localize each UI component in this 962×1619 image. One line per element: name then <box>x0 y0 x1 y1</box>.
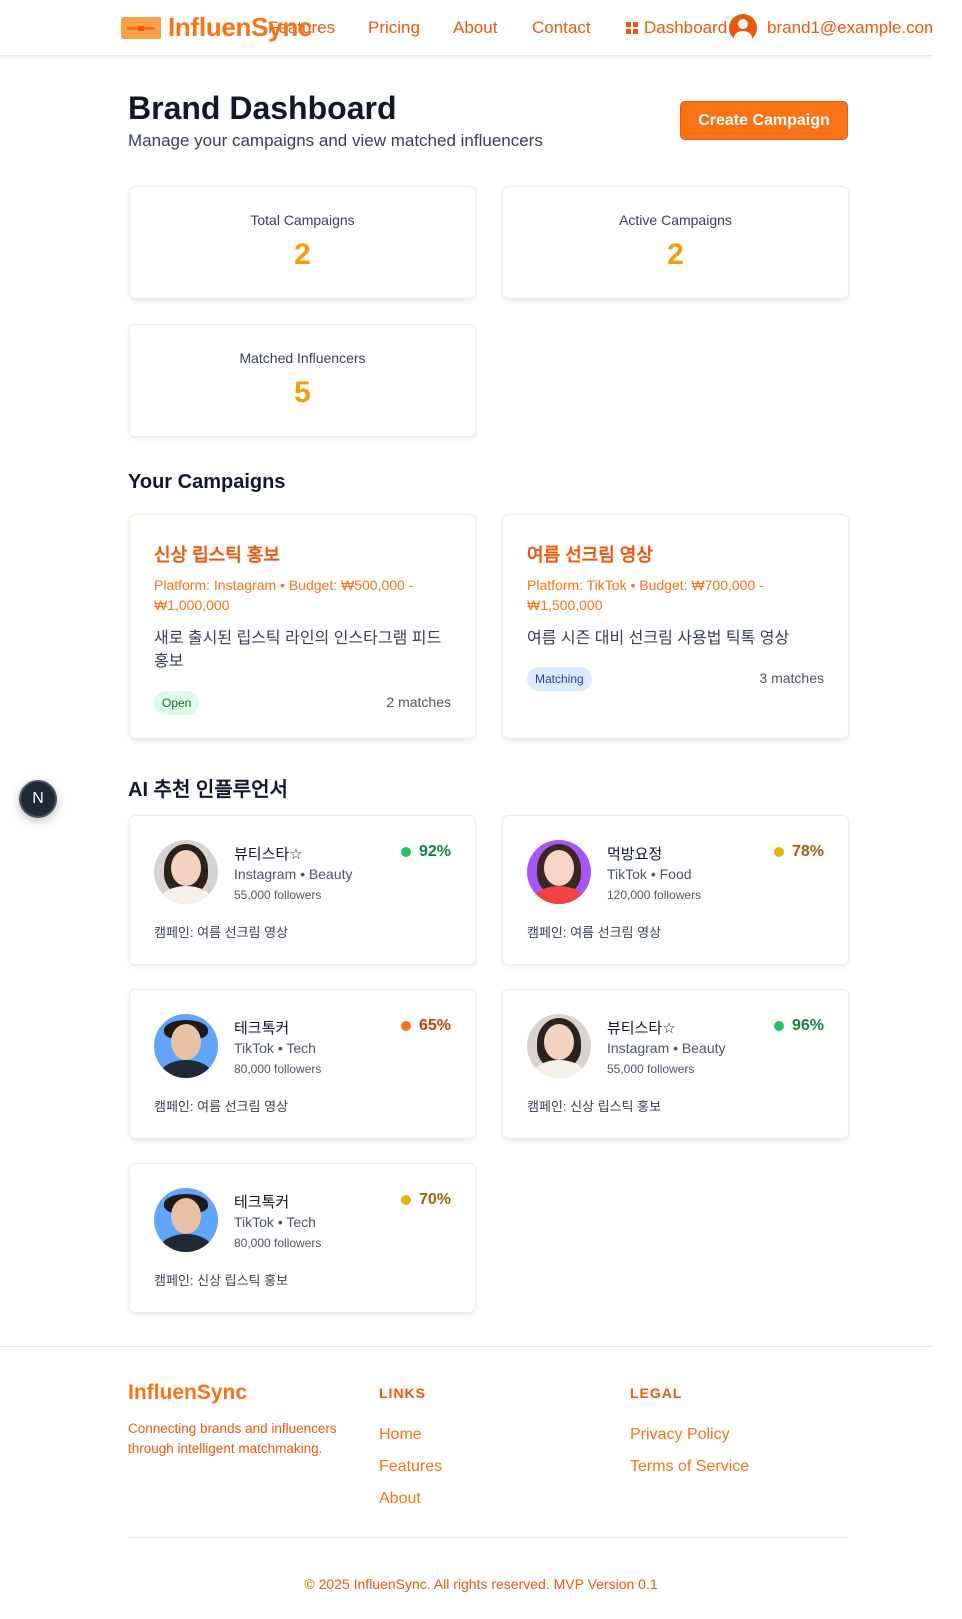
score-dot-icon <box>400 1021 411 1031</box>
footer-link-features[interactable]: Features <box>379 1458 442 1476</box>
score-dot-icon <box>773 1021 784 1031</box>
influencer-name: 먹방요정 <box>607 846 663 863</box>
score-dot-icon <box>400 847 411 857</box>
dev-tools-button[interactable]: N <box>19 780 57 818</box>
influencer-campaign: 캠페인: 신상 립스틱 홍보 <box>154 1273 289 1288</box>
footer-link-home[interactable]: Home <box>379 1426 422 1444</box>
brand-logo-icon[interactable] <box>121 17 161 39</box>
influencer-platform: TikTok • Tech <box>234 1040 316 1056</box>
influencer-followers: 120,000 followers <box>607 888 702 902</box>
influencer-avatar <box>154 1188 218 1252</box>
user-email[interactable]: brand1@example.com <box>767 18 938 38</box>
influencer-platform: TikTok • Food <box>607 866 692 882</box>
campaign-card[interactable]: 여름 선크림 영상 Platform: TikTok • Budget: ₩70… <box>502 514 849 739</box>
nav-link-about[interactable]: About <box>453 18 497 38</box>
page-scrollbar[interactable] <box>932 0 962 1619</box>
match-score: 92% <box>400 843 451 861</box>
match-count: 3 matches <box>759 670 824 686</box>
influencer-followers: 80,000 followers <box>234 1062 322 1076</box>
campaign-description: 새로 출시된 립스틱 라인의 인스타그램 피드 홍보 <box>154 630 442 670</box>
stat-card-total-campaigns: Total Campaigns 2 <box>129 186 476 299</box>
user-avatar-icon[interactable] <box>729 14 757 42</box>
influencer-card[interactable]: 먹방요정 TikTok • Food 120,000 followers 78%… <box>502 815 849 965</box>
campaign-card[interactable]: 신상 립스틱 홍보 Platform: Instagram • Budget: … <box>129 514 476 739</box>
influencer-avatar <box>527 1014 591 1078</box>
brand-logo-text[interactable]: InfluenSync <box>168 12 312 43</box>
create-campaign-button[interactable]: Create Campaign <box>680 101 848 140</box>
nav-link-pricing[interactable]: Pricing <box>368 18 420 38</box>
page-title: Brand Dashboard <box>128 90 397 126</box>
page-subtitle: Manage your campaigns and view matched i… <box>128 131 543 150</box>
influencer-name: 테크톡커 <box>234 1020 290 1037</box>
stat-label: Matched Influencers <box>239 350 366 366</box>
footer-brand: InfluenSync <box>128 1381 248 1404</box>
match-score: 96% <box>773 1017 824 1035</box>
campaign-meta: Platform: TikTok • Budget: ₩700,000 - ₩1… <box>527 577 764 613</box>
footer-link-privacy[interactable]: Privacy Policy <box>630 1426 730 1444</box>
influencer-platform: TikTok • Tech <box>234 1214 316 1230</box>
influencer-card[interactable]: 뷰티스타☆ Instagram • Beauty 55,000 follower… <box>129 815 476 965</box>
dashboard-grid-icon[interactable] <box>626 22 638 34</box>
influencer-campaign: 캠페인: 여름 선크림 영상 <box>154 1099 289 1114</box>
status-badge: Open <box>154 691 200 715</box>
nav-link-dashboard[interactable]: Dashboard <box>644 18 727 38</box>
influencer-name: 뷰티스타☆ <box>607 1020 676 1037</box>
match-score: 65% <box>400 1017 451 1035</box>
nav-link-contact[interactable]: Contact <box>532 18 591 38</box>
stat-label: Total Campaigns <box>250 212 355 228</box>
footer-link-about[interactable]: About <box>379 1490 421 1508</box>
influencer-name: 테크톡커 <box>234 1194 290 1211</box>
influencer-avatar <box>154 840 218 904</box>
influencer-followers: 80,000 followers <box>234 1236 322 1250</box>
influencer-card[interactable]: 뷰티스타☆ Instagram • Beauty 55,000 follower… <box>502 989 849 1139</box>
site-footer: InfluenSync Connecting brands and influe… <box>0 1346 932 1619</box>
influencer-followers: 55,000 followers <box>234 888 322 902</box>
influencers-section-title: AI 추천 인플루언서 <box>128 779 288 801</box>
stat-value: 5 <box>294 376 311 409</box>
match-score: 70% <box>400 1191 451 1209</box>
influencer-campaign: 캠페인: 신상 립스틱 홍보 <box>527 1099 662 1114</box>
campaign-title[interactable]: 여름 선크림 영상 <box>527 541 653 567</box>
influencer-avatar <box>154 1014 218 1078</box>
influencer-card[interactable]: 테크톡커 TikTok • Tech 80,000 followers 70% … <box>129 1163 476 1313</box>
footer-tagline: Connecting brands and influencers throug… <box>128 1421 337 1456</box>
score-dot-icon <box>400 1195 411 1205</box>
influencer-avatar <box>527 840 591 904</box>
footer-divider <box>128 1537 848 1538</box>
match-count: 2 matches <box>386 694 451 710</box>
influencer-followers: 55,000 followers <box>607 1062 695 1076</box>
stat-value: 2 <box>294 238 311 271</box>
influencer-campaign: 캠페인: 여름 선크림 영상 <box>527 925 662 940</box>
campaign-description: 여름 시즌 대비 선크림 사용법 틱톡 영상 <box>527 630 790 647</box>
footer-links-heading: LINKS <box>379 1385 426 1401</box>
footer-legal-heading: LEGAL <box>630 1385 683 1401</box>
stat-label: Active Campaigns <box>619 212 732 228</box>
influencer-campaign: 캠페인: 여름 선크림 영상 <box>154 925 289 940</box>
status-badge: Matching <box>527 667 592 691</box>
stat-value: 2 <box>667 238 684 271</box>
campaign-meta: Platform: Instagram • Budget: ₩500,000 -… <box>154 577 414 613</box>
footer-link-terms[interactable]: Terms of Service <box>630 1458 749 1476</box>
stat-card-active-campaigns: Active Campaigns 2 <box>502 186 849 299</box>
influencer-card[interactable]: 테크톡커 TikTok • Tech 80,000 followers 65% … <box>129 989 476 1139</box>
stat-card-matched-influencers: Matched Influencers 5 <box>129 324 476 437</box>
copyright-text: © 2025 InfluenSync. All rights reserved.… <box>304 1576 658 1592</box>
campaigns-section-title: Your Campaigns <box>128 471 286 493</box>
influencer-name: 뷰티스타☆ <box>234 846 303 863</box>
match-score: 78% <box>773 843 824 861</box>
influencer-platform: Instagram • Beauty <box>234 866 353 882</box>
influencer-platform: Instagram • Beauty <box>607 1040 726 1056</box>
score-dot-icon <box>773 847 784 857</box>
campaign-title[interactable]: 신상 립스틱 홍보 <box>154 541 280 567</box>
top-navbar: Features InfluenSync Pricing About Conta… <box>0 0 938 56</box>
